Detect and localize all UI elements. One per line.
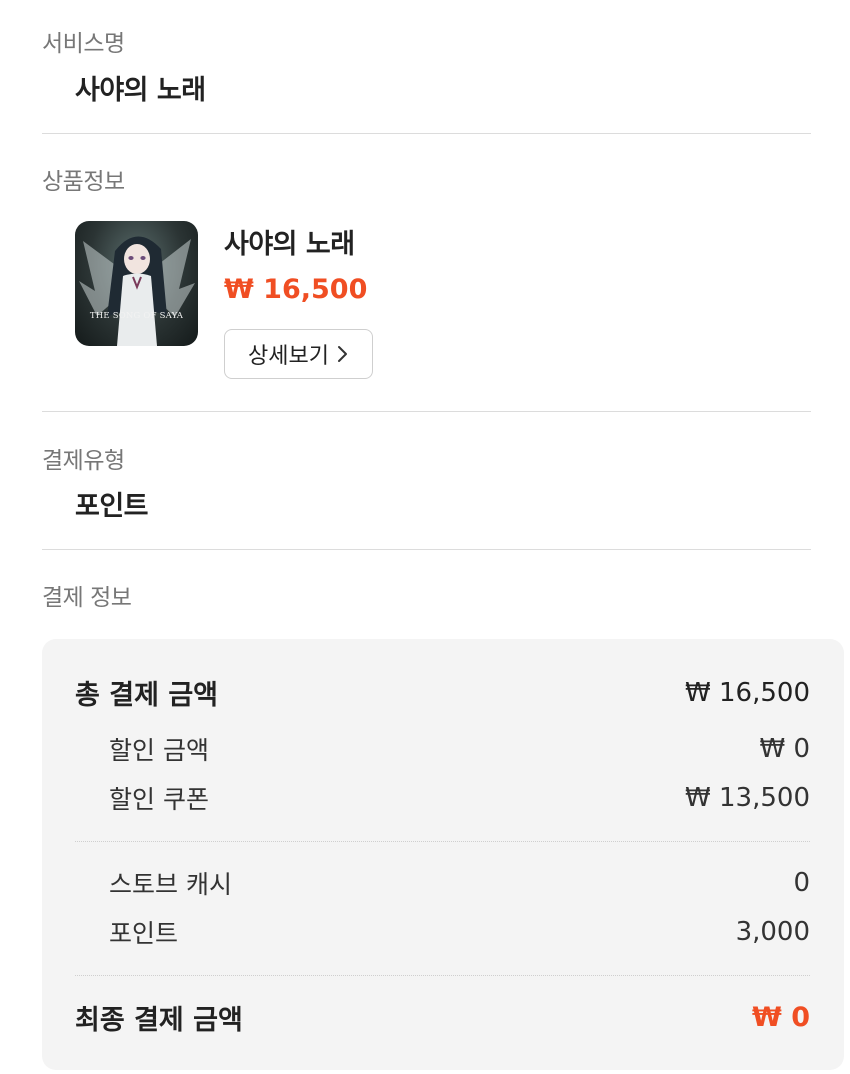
product-title: 사야의 노래	[224, 229, 355, 260]
final-amount-value: ₩ 0	[752, 1002, 810, 1033]
points-row: 포인트 3,000	[75, 914, 810, 950]
total-amount-label: 총 결제 금액	[75, 680, 218, 711]
view-details-button[interactable]: 상세보기	[224, 329, 373, 379]
product-info-label: 상품정보	[42, 169, 125, 195]
discount-amount-label: 할인 금액	[109, 736, 209, 765]
stove-cash-row: 스토브 캐시 0	[75, 865, 810, 901]
chevron-right-icon	[337, 346, 347, 362]
final-amount-row: 최종 결제 금액 ₩ 0	[75, 998, 810, 1037]
payment-type-label: 결제유형	[42, 448, 125, 474]
discount-coupon-value: ₩ 13,500	[685, 783, 810, 813]
discount-amount-value: ₩ 0	[759, 734, 810, 764]
service-name-label: 서비스명	[42, 31, 125, 57]
payment-info-label: 결제 정보	[42, 585, 132, 611]
view-details-label: 상세보기	[248, 344, 329, 369]
points-label: 포인트	[109, 919, 179, 948]
points-value: 3,000	[735, 917, 810, 947]
final-amount-label: 최종 결제 금액	[75, 1005, 243, 1036]
divider	[42, 133, 811, 134]
payment-type-value: 포인트	[75, 491, 149, 522]
divider	[42, 411, 811, 412]
thumbnail-caption: THE SONG OF SAYA	[89, 311, 184, 321]
service-name-value: 사야의 노래	[75, 75, 206, 106]
product-artwork	[79, 236, 195, 346]
discount-coupon-label: 할인 쿠폰	[109, 785, 209, 814]
payment-summary-panel: 총 결제 금액 ₩ 16,500 할인 금액 ₩ 0 할인 쿠폰 ₩ 13,50…	[42, 639, 844, 1070]
discount-amount-row: 할인 금액 ₩ 0	[75, 731, 810, 767]
discount-coupon-row: 할인 쿠폰 ₩ 13,500	[75, 780, 810, 816]
product-price: ₩ 16,500	[224, 274, 368, 305]
stove-cash-label: 스토브 캐시	[109, 870, 232, 899]
stove-cash-value: 0	[793, 868, 810, 898]
dotted-divider	[75, 841, 810, 842]
total-amount-row: 총 결제 금액 ₩ 16,500	[75, 673, 810, 712]
divider	[42, 549, 811, 550]
total-amount-value: ₩ 16,500	[685, 677, 810, 708]
product-thumbnail[interactable]: THE SONG OF SAYA	[75, 221, 198, 346]
dotted-divider	[75, 975, 810, 976]
